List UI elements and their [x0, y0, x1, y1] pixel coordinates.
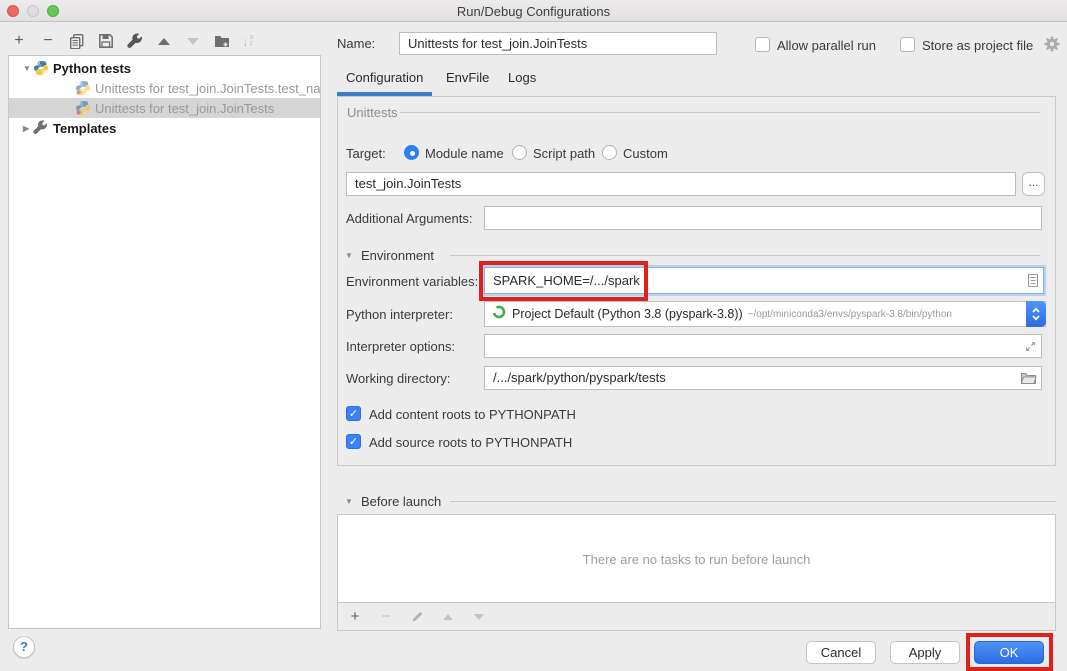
unittests-section-label: Unittests	[347, 105, 398, 120]
python-interpreter-value: Project Default (Python 3.8 (pyspark-3.8…	[512, 307, 743, 321]
environment-variables-field[interactable]: SPARK_HOME=/.../spark	[484, 267, 1044, 294]
move-task-up-icon[interactable]	[439, 608, 457, 626]
tree-item-unittests-test-narrow[interactable]: Unittests for test_join.JoinTests.test_n…	[9, 78, 320, 98]
name-input[interactable]	[399, 32, 717, 55]
tree-item-unittests-jointests-selected[interactable]: Unittests for test_join.JoinTests	[9, 98, 320, 118]
python-interpreter-label: Python interpreter:	[346, 307, 453, 322]
tree-item-label: Unittests for test_join.JoinTests	[95, 101, 274, 116]
edit-task-pencil-icon[interactable]	[408, 608, 426, 626]
before-launch-section-divider	[450, 501, 1056, 502]
cancel-button[interactable]: Cancel	[806, 641, 876, 664]
edit-templates-wrench-icon[interactable]	[126, 32, 144, 50]
window-title: Run/Debug Configurations	[0, 4, 1067, 19]
configurations-tree: ▼ Python tests Unittests for test_join.J…	[8, 55, 321, 629]
save-configuration-icon[interactable]	[97, 32, 115, 50]
environment-section-divider	[450, 255, 1040, 256]
edit-variables-list-icon[interactable]	[1026, 273, 1040, 293]
run-debug-configurations-dialog: Run/Debug Configurations + − ↓ az ▼	[0, 0, 1067, 671]
folder-icon[interactable]	[1020, 371, 1037, 390]
tab-configuration[interactable]: Configuration	[346, 70, 423, 85]
target-label: Target:	[346, 146, 386, 161]
interpreter-dropdown-stepper[interactable]	[1026, 301, 1046, 327]
python-icon	[33, 60, 49, 76]
environment-variables-label: Environment variables:	[346, 274, 478, 289]
interpreter-options-label: Interpreter options:	[346, 339, 455, 354]
move-up-icon[interactable]	[155, 32, 173, 50]
sort-configurations-icon[interactable]: ↓ az	[242, 34, 253, 49]
tree-item-label: Python tests	[53, 61, 131, 76]
allow-parallel-run-checkbox[interactable]	[755, 37, 770, 52]
add-task-icon[interactable]: +	[346, 608, 364, 626]
before-launch-section-label: Before launch	[361, 494, 441, 509]
tab-logs[interactable]: Logs	[508, 70, 536, 85]
configurations-toolbar: + − ↓ az	[10, 30, 253, 52]
radio-script-path-label: Script path	[533, 146, 595, 161]
tree-item-python-tests[interactable]: ▼ Python tests	[9, 58, 320, 78]
ok-button[interactable]: OK	[974, 641, 1044, 664]
environment-collapse-icon[interactable]: ▼	[345, 251, 353, 260]
tree-item-templates[interactable]: ▶ Templates	[9, 118, 320, 138]
expand-field-icon[interactable]	[1024, 340, 1037, 358]
add-content-roots-checkbox[interactable]: ✓	[346, 406, 361, 421]
copy-configuration-icon[interactable]	[68, 32, 86, 50]
tree-item-label: Templates	[53, 121, 116, 136]
working-directory-label: Working directory:	[346, 371, 451, 386]
radio-custom-label: Custom	[623, 146, 668, 161]
name-label: Name:	[337, 36, 375, 51]
checkmark-icon: ✓	[349, 436, 358, 448]
remove-task-icon[interactable]: −	[377, 608, 395, 626]
python-test-icon	[75, 80, 91, 96]
unittests-section-divider	[400, 112, 1040, 113]
radio-custom[interactable]	[602, 145, 617, 160]
conda-environment-icon	[492, 305, 506, 324]
add-source-roots-label: Add source roots to PYTHONPATH	[369, 435, 572, 450]
allow-parallel-run-label: Allow parallel run	[777, 38, 876, 53]
module-name-field[interactable]: test_join.JoinTests	[346, 172, 1016, 196]
additional-arguments-field[interactable]	[484, 206, 1042, 230]
checkmark-icon: ✓	[349, 408, 358, 420]
radio-module-name-label: Module name	[425, 146, 504, 161]
apply-button[interactable]: Apply	[890, 641, 960, 664]
store-as-project-file-checkbox[interactable]	[900, 37, 915, 52]
chevron-right-icon[interactable]: ▶	[23, 124, 33, 133]
additional-arguments-label: Additional Arguments:	[346, 211, 472, 226]
gear-icon[interactable]	[1044, 36, 1060, 57]
chevron-down-icon[interactable]: ▼	[23, 64, 33, 73]
radio-module-name[interactable]	[404, 145, 419, 160]
add-content-roots-label: Add content roots to PYTHONPATH	[369, 407, 576, 422]
browse-button[interactable]: ...	[1022, 172, 1045, 196]
create-folder-icon[interactable]	[213, 32, 231, 50]
interpreter-options-field[interactable]	[484, 334, 1042, 358]
before-launch-toolbar: + −	[338, 602, 1055, 630]
before-launch-task-list: There are no tasks to run before launch …	[337, 514, 1056, 631]
add-configuration-icon[interactable]: +	[10, 32, 28, 50]
tab-envfile[interactable]: EnvFile	[446, 70, 489, 85]
python-interpreter-path: ~/opt/miniconda3/envs/pyspark-3.8/bin/py…	[748, 309, 952, 320]
move-down-icon[interactable]	[184, 32, 202, 50]
wrench-icon	[33, 120, 49, 136]
tree-item-label: Unittests for test_join.JoinTests.test_n…	[95, 81, 320, 96]
store-as-project-file-label: Store as project file	[922, 38, 1033, 53]
before-launch-empty-text: There are no tasks to run before launch	[338, 515, 1055, 603]
add-source-roots-checkbox[interactable]: ✓	[346, 434, 361, 449]
move-task-down-icon[interactable]	[470, 608, 488, 626]
environment-section-label: Environment	[361, 248, 434, 263]
python-interpreter-combobox[interactable]: Project Default (Python 3.8 (pyspark-3.8…	[484, 301, 1046, 327]
remove-configuration-icon[interactable]: −	[39, 32, 57, 50]
python-test-icon	[75, 100, 91, 116]
help-button[interactable]: ?	[13, 636, 35, 658]
title-bar: Run/Debug Configurations	[0, 0, 1067, 22]
working-directory-field[interactable]: /.../spark/python/pyspark/tests	[484, 366, 1042, 390]
radio-script-path[interactable]	[512, 145, 527, 160]
before-launch-collapse-icon[interactable]: ▼	[345, 497, 353, 506]
